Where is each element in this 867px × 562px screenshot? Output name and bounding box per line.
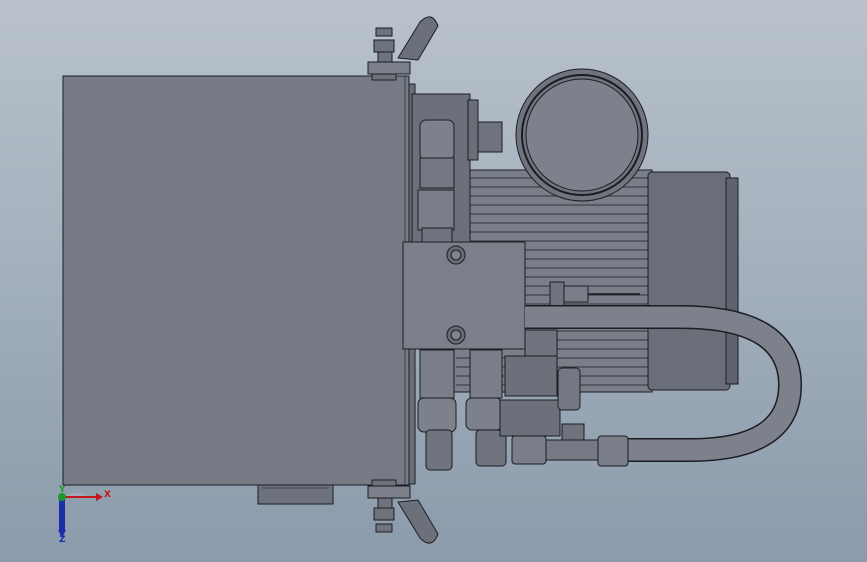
pump-adapter xyxy=(411,93,479,245)
drain-boss xyxy=(257,483,334,505)
x-axis-label: X xyxy=(104,490,111,500)
reservoir-tank[interactable] xyxy=(62,75,410,486)
cad-viewport[interactable]: X Y Z xyxy=(0,0,867,562)
z-axis-label: Z xyxy=(59,535,66,545)
motor-end-bell xyxy=(647,171,731,391)
y-axis-label: Y xyxy=(58,485,66,495)
